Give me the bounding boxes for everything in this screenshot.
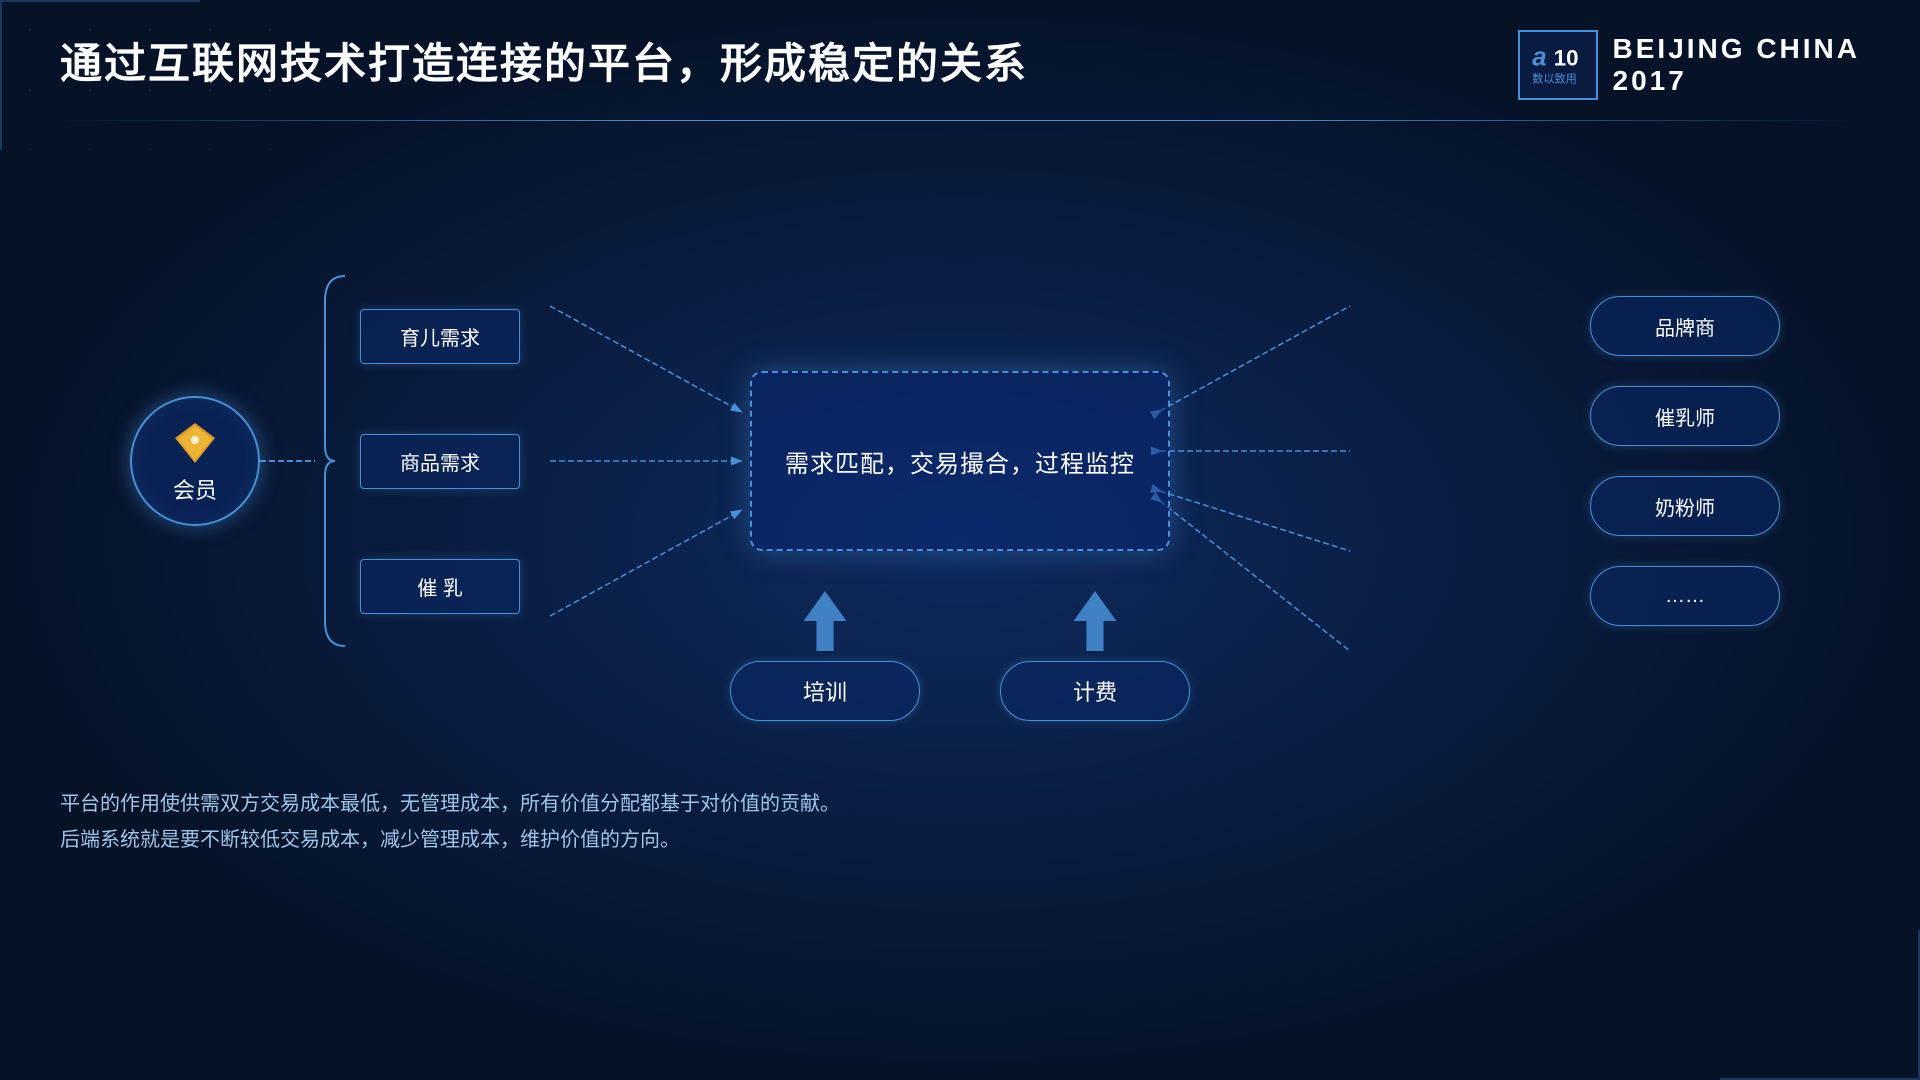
header-divider — [60, 120, 1860, 121]
member-node: 会员 — [130, 396, 260, 526]
logo-text-area: BEIJING CHINA 2017 — [1613, 33, 1860, 97]
logo-icon: a 10 数以致用 — [1518, 30, 1598, 100]
right-oval-1: 催乳师 — [1590, 386, 1780, 446]
bottom-oval-1: 计费 — [1000, 661, 1190, 721]
logo-area: a 10 数以致用 BEIJING CHINA 2017 — [1518, 30, 1860, 100]
logo-year: 2017 — [1613, 65, 1860, 97]
center-text: 需求匹配，交易撮合，过程监控 — [785, 444, 1135, 479]
bottom-oval-0: 培训 — [730, 661, 920, 721]
needs-area: 育儿需求 商品需求 催 乳 — [320, 271, 520, 651]
member-diamond-icon — [170, 418, 220, 468]
up-arrow-icon-0 — [800, 591, 850, 651]
main-container: 通过互联网技术打造连接的平台，形成稳定的关系 a 10 数以致用 BEIJING… — [0, 0, 1920, 1080]
svg-text:10: 10 — [1553, 45, 1578, 70]
bottom-node-group-1: 计费 — [1000, 591, 1190, 721]
main-diagram: 会员 育儿需求 商品需求 催 乳 需求匹配，交易撮合，过程监控 品牌商 催乳师 … — [60, 151, 1860, 771]
svg-text:数以致用: 数以致用 — [1532, 72, 1577, 86]
header: 通过互联网技术打造连接的平台，形成稳定的关系 a 10 数以致用 BEIJING… — [60, 30, 1860, 100]
need-box-1: 商品需求 — [360, 434, 520, 489]
member-label: 会员 — [173, 473, 217, 505]
center-box: 需求匹配，交易撮合，过程监控 — [750, 371, 1170, 551]
right-oval-3: …… — [1590, 566, 1780, 626]
right-oval-2: 奶粉师 — [1590, 476, 1780, 536]
member-circle: 会员 — [130, 396, 260, 526]
right-oval-0: 品牌商 — [1590, 296, 1780, 356]
need-box-0: 育儿需求 — [360, 309, 520, 364]
logo-beijing-china: BEIJING CHINA — [1613, 33, 1860, 65]
right-nodes: 品牌商 催乳师 奶粉师 …… — [1590, 296, 1780, 626]
svg-text:a: a — [1532, 43, 1546, 71]
up-arrow-icon-1 — [1070, 591, 1120, 651]
need-box-2: 催 乳 — [360, 559, 520, 614]
page-title: 通过互联网技术打造连接的平台，形成稳定的关系 — [60, 30, 1028, 91]
bottom-node-group-0: 培训 — [730, 591, 920, 721]
left-bracket-icon — [320, 271, 350, 651]
bottom-nodes: 培训 计费 — [730, 591, 1190, 721]
footer-line-1: 平台的作用使供需双方交易成本最低，无管理成本，所有价值分配都基于对价值的贡献。 — [60, 786, 1860, 822]
footer-line-2: 后端系统就是要不断较低交易成本，减少管理成本，维护价值的方向。 — [60, 822, 1860, 858]
needs-list: 育儿需求 商品需求 催 乳 — [360, 309, 520, 614]
logo-svg: a 10 数以致用 — [1528, 40, 1588, 90]
footer-text: 平台的作用使供需双方交易成本最低，无管理成本，所有价值分配都基于对价值的贡献。 … — [60, 786, 1860, 858]
